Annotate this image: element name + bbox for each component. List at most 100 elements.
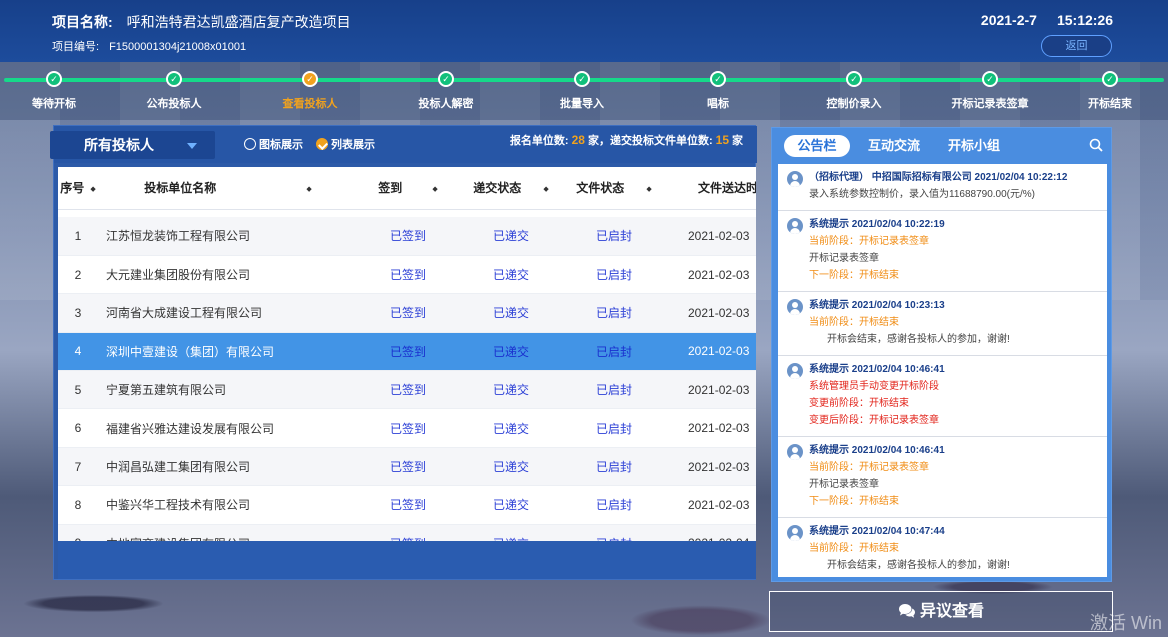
- cell-submit: 已递交: [458, 255, 564, 295]
- col-header-time[interactable]: 文件送达时: [664, 167, 756, 210]
- cell-sign: 已签到: [358, 332, 458, 372]
- notice-title: 系统提示 2021/02/04 10:22:19: [809, 219, 945, 230]
- notice-line: 当前阶段：开标结束: [809, 543, 899, 554]
- step-5: ✓ 批量导入: [527, 71, 637, 111]
- tab-interaction[interactable]: 互动交流: [868, 135, 920, 157]
- cell-name: 中鉴兴华工程技术有限公司: [98, 485, 358, 525]
- date: 2021-2-7: [980, 12, 1037, 28]
- cell-no: 7: [58, 447, 98, 487]
- cell-no: 1: [58, 217, 98, 256]
- tab-announcements[interactable]: 公告栏: [784, 135, 850, 157]
- cell-no: 8: [58, 485, 98, 525]
- stats-prefix: 报名单位数:: [509, 135, 569, 147]
- cell-name: 河南省大成建设工程有限公司: [98, 293, 358, 333]
- col-header-no[interactable]: 序号 ◆: [58, 167, 98, 210]
- view-list-label: 列表展示: [331, 139, 375, 151]
- search-icon[interactable]: [1089, 138, 1103, 152]
- cell-no: 2: [58, 255, 98, 295]
- col-header-sign[interactable]: 签到 ◆: [358, 167, 458, 210]
- bidder-stats: 报名单位数: 28 家，递交投标文件单位数: 15 家: [510, 132, 743, 148]
- sort-icon: ◆: [646, 186, 652, 194]
- check-icon: ✓: [574, 71, 590, 87]
- user-avatar-icon: [787, 525, 803, 541]
- cell-name: 福建省兴雅达建设发展有限公司: [98, 408, 358, 448]
- cell-submit: 已递交: [458, 447, 564, 487]
- bidder-filter-dropdown[interactable]: 所有投标人: [50, 131, 215, 159]
- tab-opening-team[interactable]: 开标小组: [948, 135, 1000, 157]
- cell-submit: 已递交: [458, 524, 564, 541]
- check-icon: ✓: [1102, 71, 1118, 87]
- col-header-name-label: 投标单位名称: [144, 181, 217, 196]
- user-avatar-icon: [787, 171, 803, 187]
- cell-submit: 已递交: [458, 217, 564, 256]
- step-8: ✓ 开标记录表签章: [935, 71, 1045, 111]
- datetime: 2021-2-7 15:12:26: [981, 12, 1113, 28]
- notice-line: 开标记录表签章: [809, 479, 879, 490]
- table-footer: [58, 541, 756, 579]
- view-list-radio[interactable]: 列表展示: [316, 136, 375, 152]
- col-header-name[interactable]: 投标单位名称 ◆: [98, 167, 358, 210]
- table-row[interactable]: 5 宁夏第五建筑有限公司 已签到 已递交 已启封 2021-02-03: [58, 370, 756, 410]
- notice-line: 当前阶段：开标结束: [809, 317, 899, 328]
- table-row[interactable]: 1 江苏恒龙装饰工程有限公司 已签到 已递交 已启封 2021-02-03: [58, 217, 756, 256]
- notice-title: 系统提示 2021/02/04 10:47:44: [809, 526, 945, 537]
- cell-submit: 已递交: [458, 293, 564, 333]
- chat-bubble-icon: [898, 604, 915, 618]
- notice-line: 当前阶段：开标记录表签章: [809, 236, 929, 247]
- notice-item: 系统提示 2021/02/04 10:22:19 当前阶段：开标记录表签章 开标记录…: [778, 211, 1107, 292]
- cell-time: 2021-02-03: [664, 485, 756, 525]
- cell-name: 宁夏第五建筑有限公司: [98, 370, 358, 410]
- cell-time: 2021-02-03: [664, 217, 756, 256]
- table-row[interactable]: 6 福建省兴雅达建设发展有限公司 已签到 已递交 已启封 2021-02-03: [58, 408, 756, 448]
- cell-sign: 已签到: [358, 408, 458, 448]
- notice-item: 系统提示 2021/02/04 10:46:41 系统管理员手动变更开标阶段 变更前…: [778, 356, 1107, 437]
- filter-bar: 所有投标人 图标展示 列表展示 报名单位数: 28 家，递交投标文件单位数: 15 家: [50, 126, 757, 163]
- project-code-value: F1500001304j21008x01001: [109, 41, 247, 53]
- notice-item: （招标代理） 中招国际招标有限公司 2021/02/04 10:22:12 录入系…: [778, 164, 1107, 211]
- cell-name: 江苏恒龙装饰工程有限公司: [98, 217, 358, 256]
- project-name: 项目名称: 呼和浩特君达凯盛酒店复产改造项目: [52, 12, 351, 32]
- submitted-count: 15: [715, 133, 729, 147]
- cell-file: 已启封: [564, 447, 664, 487]
- step-6: ✓ 唱标: [663, 71, 773, 111]
- cell-sign: 已签到: [358, 524, 458, 541]
- step-label: 唱标: [707, 98, 729, 110]
- progress-steps: ✓ 等待开标 ✓ 公布投标人 ✓ 查看投标人 ✓ 投标人解密 ✓ 批量导入 ✓ 唱标 ✓ 控制价录入 ✓ 开标…: [0, 62, 1168, 120]
- cell-submit: 已递交: [458, 370, 564, 410]
- registered-count: 28: [571, 133, 585, 147]
- sort-icon: ◆: [432, 186, 438, 194]
- view-icon-radio[interactable]: 图标展示: [244, 136, 303, 152]
- bidder-table-container[interactable]: 序号 ◆ 投标单位名称 ◆ 签到 ◆ 递交状态 ◆ 文件状态 ◆ 文件送达时 1 江苏恒龙装…: [58, 167, 756, 541]
- cell-no: 9: [58, 524, 98, 541]
- header: 项目名称: 呼和浩特君达凯盛酒店复产改造项目 项目编号: F1500001304j2…: [0, 0, 1168, 62]
- notice-list[interactable]: （招标代理） 中招国际招标有限公司 2021/02/04 10:22:12 录入系…: [778, 164, 1107, 577]
- col-header-sign-label: 签到: [378, 181, 403, 196]
- table-row[interactable]: 9中地寅商建设集团有限公司已签到已递交已启封2021-02-04: [58, 524, 756, 541]
- table-row[interactable]: 2 大元建业集团股份有限公司 已签到 已递交 已启封 2021-02-03: [58, 255, 756, 295]
- table-row[interactable]: 3 河南省大成建设工程有限公司 已签到 已递交 已启封 2021-02-03: [58, 293, 756, 333]
- cell-file: 已启封: [564, 408, 664, 448]
- cell-submit: 已递交: [458, 408, 564, 448]
- bidder-panel: 所有投标人 图标展示 列表展示 报名单位数: 28 家，递交投标文件单位数: 15 家 …: [50, 125, 801, 580]
- cell-file: 已启封: [564, 293, 664, 333]
- table-row[interactable]: 8 中鉴兴华工程技术有限公司 已签到 已递交 已启封 2021-02-03: [58, 485, 756, 525]
- step-label: 开标记录表签章: [951, 98, 1029, 110]
- check-icon: ✓: [166, 71, 182, 87]
- check-icon: ✓: [46, 71, 62, 87]
- col-header-time-label: 文件送达时: [698, 181, 756, 196]
- time: 15:12:26: [1056, 12, 1113, 28]
- step-label: 查看投标人: [282, 98, 338, 110]
- cell-file: 已启封: [564, 524, 664, 541]
- dispute-view-button[interactable]: 异议查看: [769, 591, 1113, 632]
- col-header-submit[interactable]: 递交状态 ◆: [458, 167, 564, 210]
- cell-file: 已启封: [564, 370, 664, 410]
- cell-submit: 已递交: [458, 332, 564, 372]
- cell-name: 中润昌弘建工集团有限公司: [98, 447, 358, 487]
- notice-title: 系统提示 2021/02/04 10:46:41: [809, 445, 945, 456]
- table-row[interactable]: 7 中润昌弘建工集团有限公司 已签到 已递交 已启封 2021-02-03: [58, 447, 756, 487]
- back-button[interactable]: 返回: [1041, 35, 1112, 57]
- notice-line: 下一阶段：开标结束: [809, 496, 899, 507]
- col-header-file[interactable]: 文件状态 ◆: [564, 167, 664, 210]
- cell-name: 深圳中壹建设（集团）有限公司: [98, 332, 358, 372]
- table-row[interactable]: 4 深圳中壹建设（集团）有限公司 已签到 已递交 已启封 2021-02-03: [58, 332, 756, 372]
